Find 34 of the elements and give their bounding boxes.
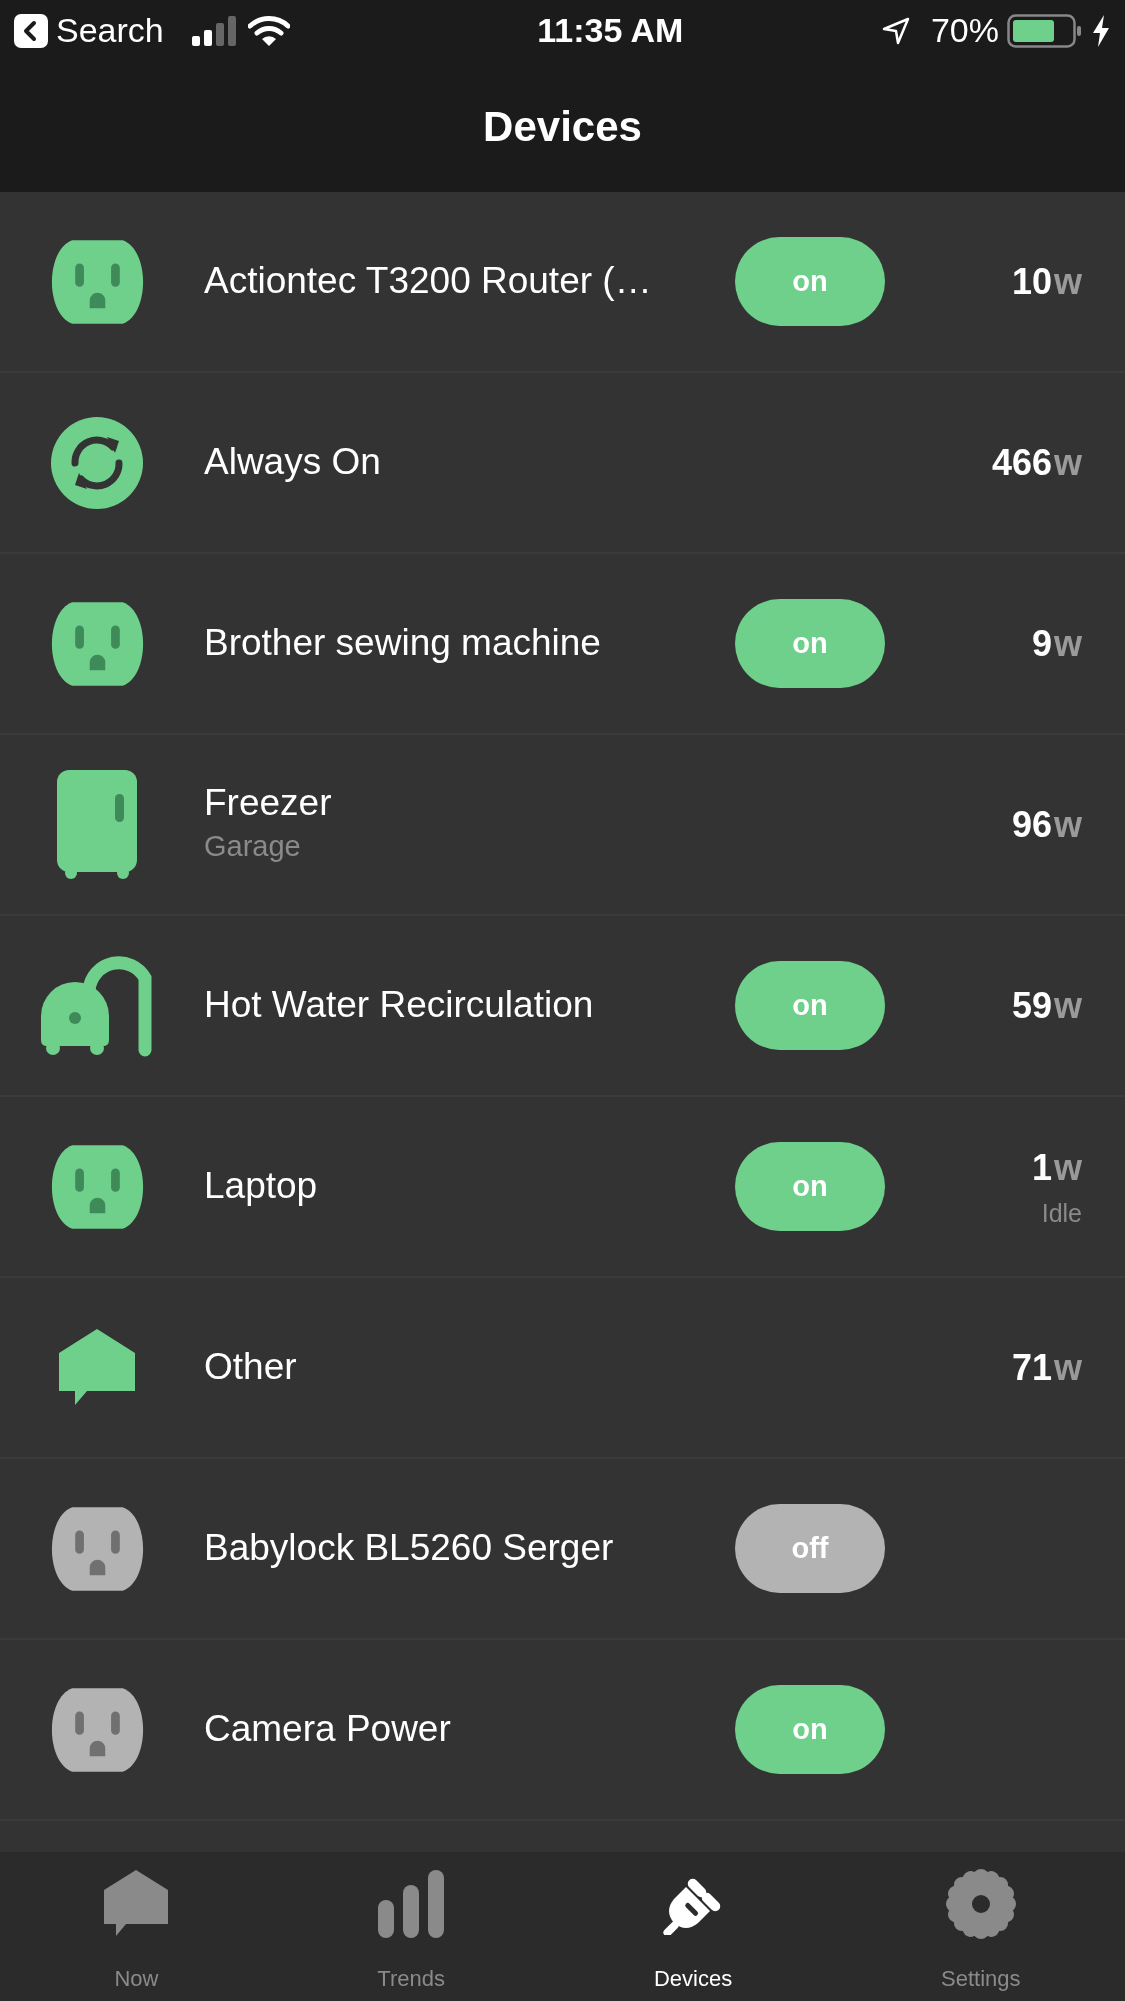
power-reading: 1w [1031, 1145, 1082, 1190]
location-arrow-icon [880, 15, 911, 46]
device-name: Camera Power [204, 1707, 452, 1752]
power-reading: 10w [1011, 259, 1082, 304]
tab-item[interactable]: Devices [549, 1852, 837, 2001]
power-reading: 71w [1011, 1345, 1082, 1390]
back-icon [14, 13, 48, 48]
tab-item[interactable]: Trends [272, 1852, 550, 2001]
device-name: Laptop [204, 1164, 319, 1209]
power-reading: 9w [1031, 621, 1082, 666]
bolt-icon [1091, 13, 1111, 48]
wifi-icon [247, 14, 290, 47]
battery-icon [1007, 13, 1083, 48]
power-status: Idle [1041, 1197, 1082, 1229]
tab-item[interactable]: Now [0, 1852, 273, 2001]
battery-percent: 70% [930, 10, 999, 51]
back-label[interactable]: Search [56, 5, 164, 56]
device-name: Actiontec T3200 Router (… [204, 259, 653, 304]
bar-chart-icon [378, 1870, 445, 1938]
device-name: Other [204, 1345, 298, 1390]
device-name: Babylock BL5260 Serger [204, 1526, 615, 1571]
house-icon [104, 1870, 169, 1938]
clock: 11:35 AM [537, 11, 684, 49]
device-name: Hot Water Recirculation [204, 983, 595, 1028]
device-name: Brother sewing machine [204, 621, 602, 666]
page-title: Devices [483, 102, 642, 152]
device-location: Garage [204, 828, 302, 864]
power-reading: 59w [1011, 983, 1082, 1028]
tab-item[interactable]: Settings [836, 1852, 1125, 2001]
device-name: Freezer [204, 780, 333, 825]
device-name: Always On [204, 440, 382, 485]
gear-icon [945, 1869, 1016, 1939]
power-reading: 466w [991, 440, 1082, 485]
power-reading: 96w [1011, 802, 1082, 847]
